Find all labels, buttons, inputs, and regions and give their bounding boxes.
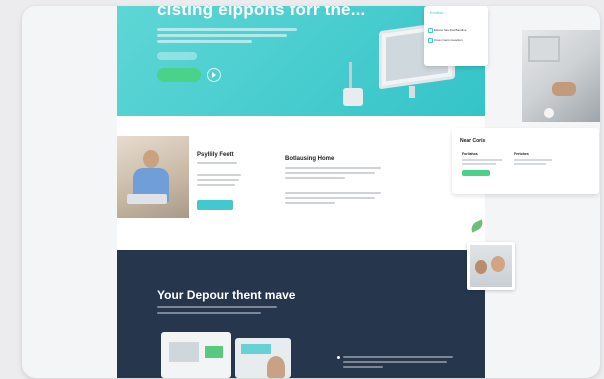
panel-button[interactable]	[462, 170, 490, 176]
hero-subtitle-line	[157, 40, 252, 43]
dropdown-header: Evotion	[430, 10, 444, 15]
mockup-screen	[161, 332, 231, 378]
play-icon[interactable]	[207, 68, 221, 82]
panel-text-line	[462, 159, 502, 161]
feature-text-line	[285, 197, 375, 199]
dark-section: Your Depour thent mave	[117, 250, 485, 378]
person-photo	[117, 136, 189, 218]
feature-title-1: Psyllily Feett	[197, 152, 234, 158]
features-section: Psyllily Feett Botlausing Home	[117, 136, 485, 256]
feature-text-line	[197, 179, 239, 181]
floating-panel: Near Coris Forllahos Fertohes	[452, 128, 599, 194]
panel-text-line	[514, 159, 552, 161]
panel-column-2: Fertohes	[514, 152, 529, 156]
feature-text-line	[197, 162, 237, 164]
check-icon	[428, 28, 433, 33]
bullet-dot	[337, 356, 340, 359]
hero-subtitle-line	[157, 34, 287, 37]
desk-item-illustration	[343, 88, 363, 106]
panel-column-1: Forllahos	[462, 152, 478, 156]
hero-tag[interactable]	[157, 52, 197, 60]
dark-section-text-line	[343, 361, 447, 363]
feature-text-line	[285, 202, 335, 204]
hero-subtitle-line	[157, 28, 297, 31]
floating-dropdown[interactable]: Evotion Estorw has that Baudine Crap cro…	[424, 6, 488, 66]
feature-text-line	[285, 167, 381, 169]
dropdown-item[interactable]: Crap crours treveition	[434, 38, 463, 42]
dark-section-text-line	[157, 306, 277, 308]
feature-title-2: Botlausing Home	[285, 156, 335, 162]
check-icon	[428, 38, 433, 43]
preview-card: cisting eippons forr the... Psyllily Fee…	[22, 6, 600, 378]
dark-section-title: Your Depour thent mave	[157, 288, 296, 302]
team-photo	[467, 242, 515, 290]
hero-cta-button[interactable]	[157, 68, 201, 82]
monitor-stand	[409, 86, 415, 98]
dark-section-text-line	[343, 356, 453, 358]
feature-text-line	[285, 192, 381, 194]
dark-section-text-line	[343, 366, 383, 368]
hero-title: cisting eippons forr the...	[157, 6, 366, 19]
feature-text-line	[197, 184, 235, 186]
panel-title: Near Coris	[460, 138, 486, 144]
feature-text-line	[285, 172, 375, 174]
panel-text-line	[514, 163, 546, 165]
feature-button[interactable]	[197, 200, 233, 210]
feature-text-line	[197, 174, 241, 176]
office-photo	[522, 30, 600, 122]
feature-text-line	[285, 177, 345, 179]
dropdown-item[interactable]: Estorw has that Baudine	[434, 28, 467, 32]
dark-section-text-line	[157, 312, 261, 314]
panel-text-line	[462, 163, 496, 165]
mockup-screen	[235, 338, 291, 378]
